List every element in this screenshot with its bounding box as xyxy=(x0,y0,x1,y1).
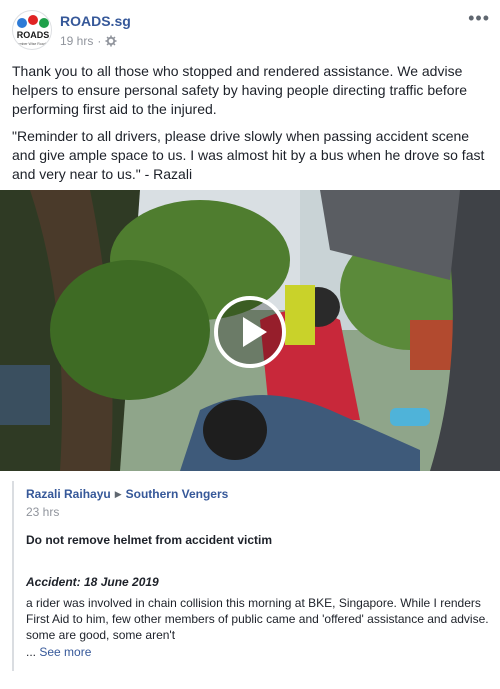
ellipsis: ... xyxy=(26,645,37,659)
meta-separator: · xyxy=(97,34,102,48)
post-timestamp[interactable]: 19 hrs xyxy=(60,34,93,48)
avatar[interactable]: ROADS Remember Wise Road Users xyxy=(12,10,52,50)
shared-timestamp[interactable]: 23 hrs xyxy=(26,505,490,519)
post-header: ROADS Remember Wise Road Users ROADS.sg … xyxy=(0,0,500,58)
shared-body-text: a rider was involved in chain collision … xyxy=(26,596,489,642)
see-more-link[interactable]: See more xyxy=(39,645,91,659)
shared-post-header: Razali Raihayu ▶ Southern Vengers xyxy=(26,487,490,501)
shared-group-link[interactable]: Southern Vengers xyxy=(126,487,229,501)
shared-title: Do not remove helmet from accident victi… xyxy=(26,533,273,547)
see-more-row: ... See more xyxy=(26,645,490,659)
accident-date: Accident: 18 June 2019 xyxy=(26,575,159,589)
roads-logo-icon: ROADS Remember Wise Road Users xyxy=(13,15,52,46)
gear-icon[interactable] xyxy=(105,35,117,47)
more-options-button[interactable]: ••• xyxy=(468,8,490,29)
post-meta: 19 hrs · xyxy=(60,34,117,48)
page-name-link[interactable]: ROADS.sg xyxy=(60,13,131,29)
play-icon[interactable] xyxy=(214,296,286,368)
shared-author-link[interactable]: Razali Raihayu xyxy=(26,487,111,501)
shared-post[interactable]: Razali Raihayu ▶ Southern Vengers 23 hrs… xyxy=(12,481,490,671)
svg-text:ROADS: ROADS xyxy=(17,30,50,40)
post-paragraph-2: "Reminder to all drivers, please drive s… xyxy=(12,128,485,182)
post-body: Thank you to all those who stopped and r… xyxy=(12,62,490,192)
arrow-right-icon: ▶ xyxy=(114,488,122,499)
svg-text:Remember Wise Road Users: Remember Wise Road Users xyxy=(13,42,52,46)
post-paragraph-1: Thank you to all those who stopped and r… xyxy=(12,63,468,117)
